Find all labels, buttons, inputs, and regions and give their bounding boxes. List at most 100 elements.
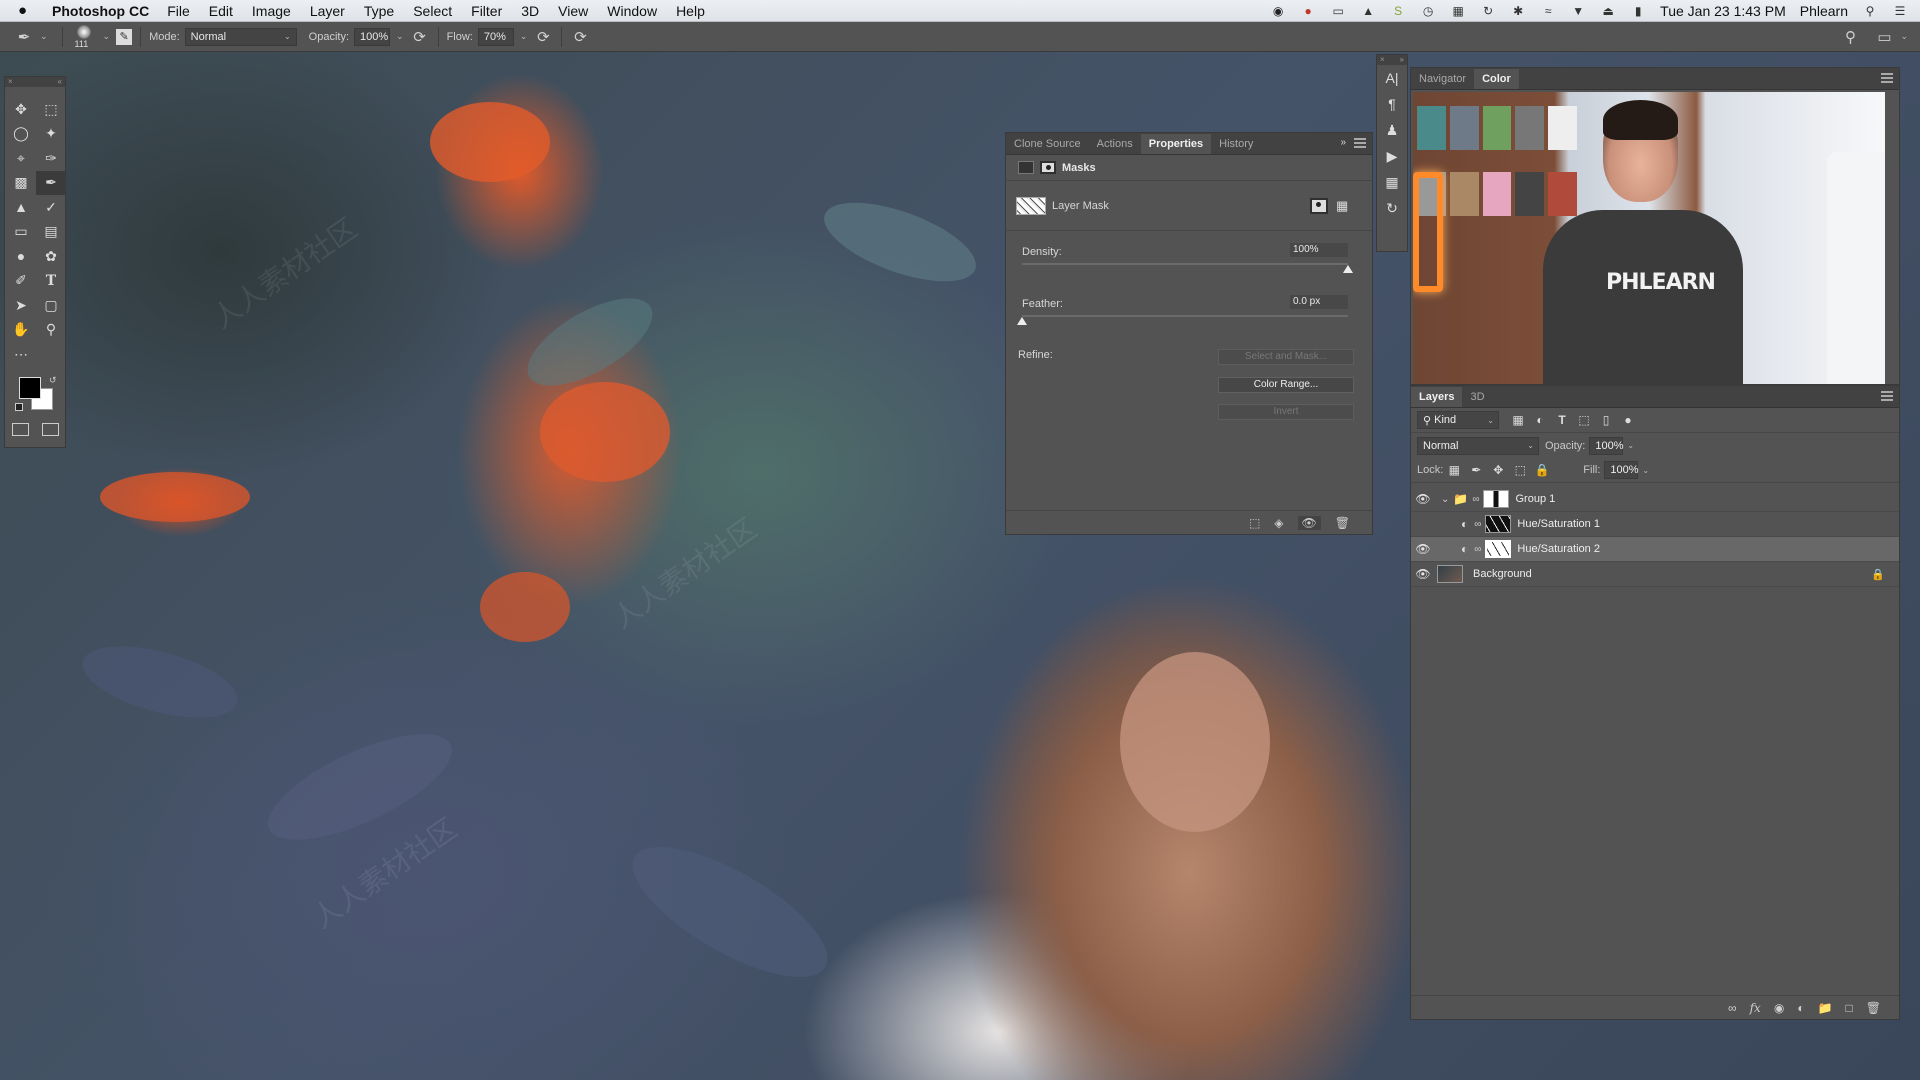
layer-row-hue-saturation-2[interactable]: 👁 ◐ ∞ Hue/Saturation 2 bbox=[1411, 537, 1899, 562]
backup-icon[interactable]: ▲ bbox=[1360, 4, 1376, 18]
invert-button[interactable]: Invert bbox=[1218, 404, 1354, 420]
pressure-opacity-icon[interactable]: ⟳ bbox=[410, 28, 430, 46]
close-icon[interactable]: × bbox=[8, 77, 13, 87]
menu-image[interactable]: Image bbox=[252, 3, 291, 19]
hp-icon[interactable]: ◉ bbox=[1270, 4, 1286, 18]
feather-slider-thumb[interactable] bbox=[1017, 317, 1027, 325]
feather-input[interactable]: 0.0 px bbox=[1290, 295, 1348, 309]
healing-brush-tool-icon[interactable]: ▩ bbox=[6, 171, 36, 196]
panel-menu-icon[interactable] bbox=[1881, 73, 1893, 83]
filter-type-icon[interactable]: T bbox=[1551, 413, 1573, 427]
link-icon[interactable]: ∞ bbox=[1474, 519, 1481, 530]
lock-icon[interactable]: 🔒 bbox=[1871, 568, 1885, 581]
magic-wand-tool-icon[interactable]: ✦ bbox=[36, 122, 66, 147]
default-colors-icon[interactable] bbox=[15, 402, 23, 411]
rectangle-tool-icon[interactable]: ▢ bbox=[36, 293, 66, 318]
clone-stamp-tool-icon[interactable]: ▲ bbox=[6, 195, 36, 220]
link-icon[interactable]: ∞ bbox=[1474, 544, 1481, 555]
filter-adjustment-icon[interactable]: ◐ bbox=[1529, 413, 1551, 427]
visibility-eye-icon[interactable]: 👁 bbox=[1411, 492, 1435, 506]
menu-layer[interactable]: Layer bbox=[310, 3, 345, 19]
foreground-color-swatch[interactable] bbox=[19, 376, 41, 399]
paragraph-panel-icon[interactable]: ¶ bbox=[1377, 91, 1407, 117]
opacity-dropdown[interactable]: ⌄ bbox=[396, 31, 404, 42]
menu-edit[interactable]: Edit bbox=[209, 3, 233, 19]
layer-row-background[interactable]: 👁 Background 🔒 bbox=[1411, 562, 1899, 587]
link-layers-icon[interactable]: ∞ bbox=[1728, 1001, 1737, 1015]
menu-type[interactable]: Type bbox=[364, 3, 394, 19]
filter-kind-select[interactable]: ⚲ Kind ⌄ bbox=[1417, 411, 1499, 429]
close-icon[interactable]: × bbox=[1380, 55, 1385, 65]
menubar-datetime[interactable]: Tue Jan 23 1:43 PM bbox=[1660, 3, 1786, 19]
opacity-dropdown-icon[interactable]: ⌄ bbox=[1627, 441, 1634, 450]
menubar-user[interactable]: Phlearn bbox=[1800, 3, 1848, 19]
spotlight-search-icon[interactable]: ⚲ bbox=[1862, 4, 1878, 18]
panel-menu-icon[interactable] bbox=[1354, 138, 1366, 148]
layer-mask-thumbnail[interactable] bbox=[1485, 540, 1512, 558]
creative-cloud-icon[interactable]: ● bbox=[1300, 4, 1316, 18]
type-tool-icon[interactable]: T bbox=[36, 269, 66, 294]
filter-pixel-icon[interactable]: ▦ bbox=[1507, 413, 1529, 427]
color-range-button[interactable]: Color Range... bbox=[1218, 377, 1354, 393]
lock-transparent-icon[interactable]: ▦ bbox=[1443, 463, 1465, 477]
navigator-preview[interactable]: PHLEARN bbox=[1413, 92, 1885, 384]
clone-source-panel-icon[interactable]: ♟ bbox=[1377, 117, 1407, 143]
history-panel-icon[interactable]: ↻ bbox=[1377, 195, 1407, 221]
toggle-mask-visibility-icon[interactable]: 👁 bbox=[1297, 515, 1321, 530]
filter-smart-object-icon[interactable]: ▯ bbox=[1595, 413, 1617, 427]
display-icon[interactable]: ▭ bbox=[1330, 4, 1346, 18]
brush-size-picker[interactable]: 111 bbox=[71, 24, 97, 50]
tab-3d[interactable]: 3D bbox=[1462, 387, 1492, 407]
edit-toolbar-icon[interactable]: ⋯ bbox=[6, 342, 36, 367]
properties-panel-icon[interactable]: ▦ bbox=[1377, 169, 1407, 195]
blur-tool-icon[interactable]: ● bbox=[6, 244, 36, 269]
select-and-mask-button[interactable]: Select and Mask... bbox=[1218, 349, 1354, 365]
apply-mask-icon[interactable]: ◈ bbox=[1274, 516, 1283, 530]
tab-history[interactable]: History bbox=[1211, 134, 1261, 154]
filter-shape-icon[interactable]: ⬚ bbox=[1573, 413, 1595, 427]
density-slider-thumb[interactable] bbox=[1343, 265, 1353, 273]
tab-navigator[interactable]: Navigator bbox=[1411, 69, 1474, 89]
bluetooth-icon[interactable]: ✱ bbox=[1510, 4, 1526, 18]
lock-image-icon[interactable]: ✒ bbox=[1465, 463, 1487, 477]
blend-mode-select[interactable]: Normal ⌄ bbox=[1417, 436, 1539, 455]
layer-mask-thumbnail[interactable] bbox=[1485, 515, 1512, 533]
new-group-icon[interactable]: 📁 bbox=[1818, 1001, 1833, 1015]
workspace-icon[interactable]: ▭ bbox=[1874, 28, 1894, 46]
brush-preset-icon[interactable]: ✒ bbox=[14, 28, 34, 46]
mode-select[interactable]: Normal ⌄ bbox=[184, 27, 297, 46]
crop-tool-icon[interactable]: ⌖ bbox=[6, 146, 36, 171]
pen-tool-icon[interactable]: ✐ bbox=[6, 269, 36, 294]
eyedropper-tool-icon[interactable]: ✑ bbox=[36, 146, 66, 171]
group-mask-thumbnail[interactable] bbox=[1483, 490, 1510, 508]
airbrush-icon[interactable]: ⟳ bbox=[533, 28, 553, 46]
switcher-icon[interactable]: ▦ bbox=[1450, 4, 1466, 18]
layer-row-group-1[interactable]: 👁 ⌄ 📁 ∞ Group 1 bbox=[1411, 487, 1899, 512]
menu-window[interactable]: Window bbox=[607, 3, 657, 19]
move-tool-icon[interactable]: ✥ bbox=[6, 97, 36, 122]
tab-layers[interactable]: Layers bbox=[1411, 387, 1463, 407]
actions-panel-icon[interactable]: ▶ bbox=[1377, 143, 1407, 169]
search-icon[interactable]: ⚲ bbox=[1840, 28, 1860, 46]
pressure-size-icon[interactable]: ⟳ bbox=[570, 28, 590, 46]
select-pixel-mask-icon[interactable] bbox=[1310, 198, 1328, 214]
clock-icon[interactable]: ◷ bbox=[1420, 4, 1436, 18]
visibility-toggle-empty[interactable]: 👁 bbox=[1411, 517, 1435, 531]
menu-file[interactable]: File bbox=[167, 3, 190, 19]
layer-row-hue-saturation-1[interactable]: 👁 ◐ ∞ Hue/Saturation 1 bbox=[1411, 512, 1899, 537]
add-vector-mask-icon[interactable]: ▦ bbox=[1336, 198, 1354, 214]
hand-tool-icon[interactable]: ✋ bbox=[6, 318, 36, 343]
density-input[interactable]: 100% bbox=[1290, 243, 1348, 257]
visibility-eye-icon[interactable]: 👁 bbox=[1411, 567, 1435, 581]
brush-tool-icon[interactable]: ✒ bbox=[36, 170, 66, 195]
adjustment-properties-icon[interactable] bbox=[1018, 161, 1034, 174]
delete-mask-icon[interactable]: 🗑 bbox=[1335, 516, 1350, 530]
workspace-dropdown[interactable]: ⌄ bbox=[1900, 31, 1908, 42]
brush-settings-panel-icon[interactable]: ✎ bbox=[116, 28, 133, 45]
lock-all-icon[interactable]: 🔒 bbox=[1531, 463, 1553, 477]
flow-dropdown[interactable]: ⌄ bbox=[520, 31, 528, 42]
eraser-tool-icon[interactable]: ▭ bbox=[6, 220, 36, 245]
add-mask-icon[interactable]: ◉ bbox=[1774, 1001, 1784, 1015]
zoom-tool-icon[interactable]: ⚲ bbox=[36, 318, 66, 343]
brush-picker-dropdown[interactable]: ⌄ bbox=[103, 31, 111, 42]
